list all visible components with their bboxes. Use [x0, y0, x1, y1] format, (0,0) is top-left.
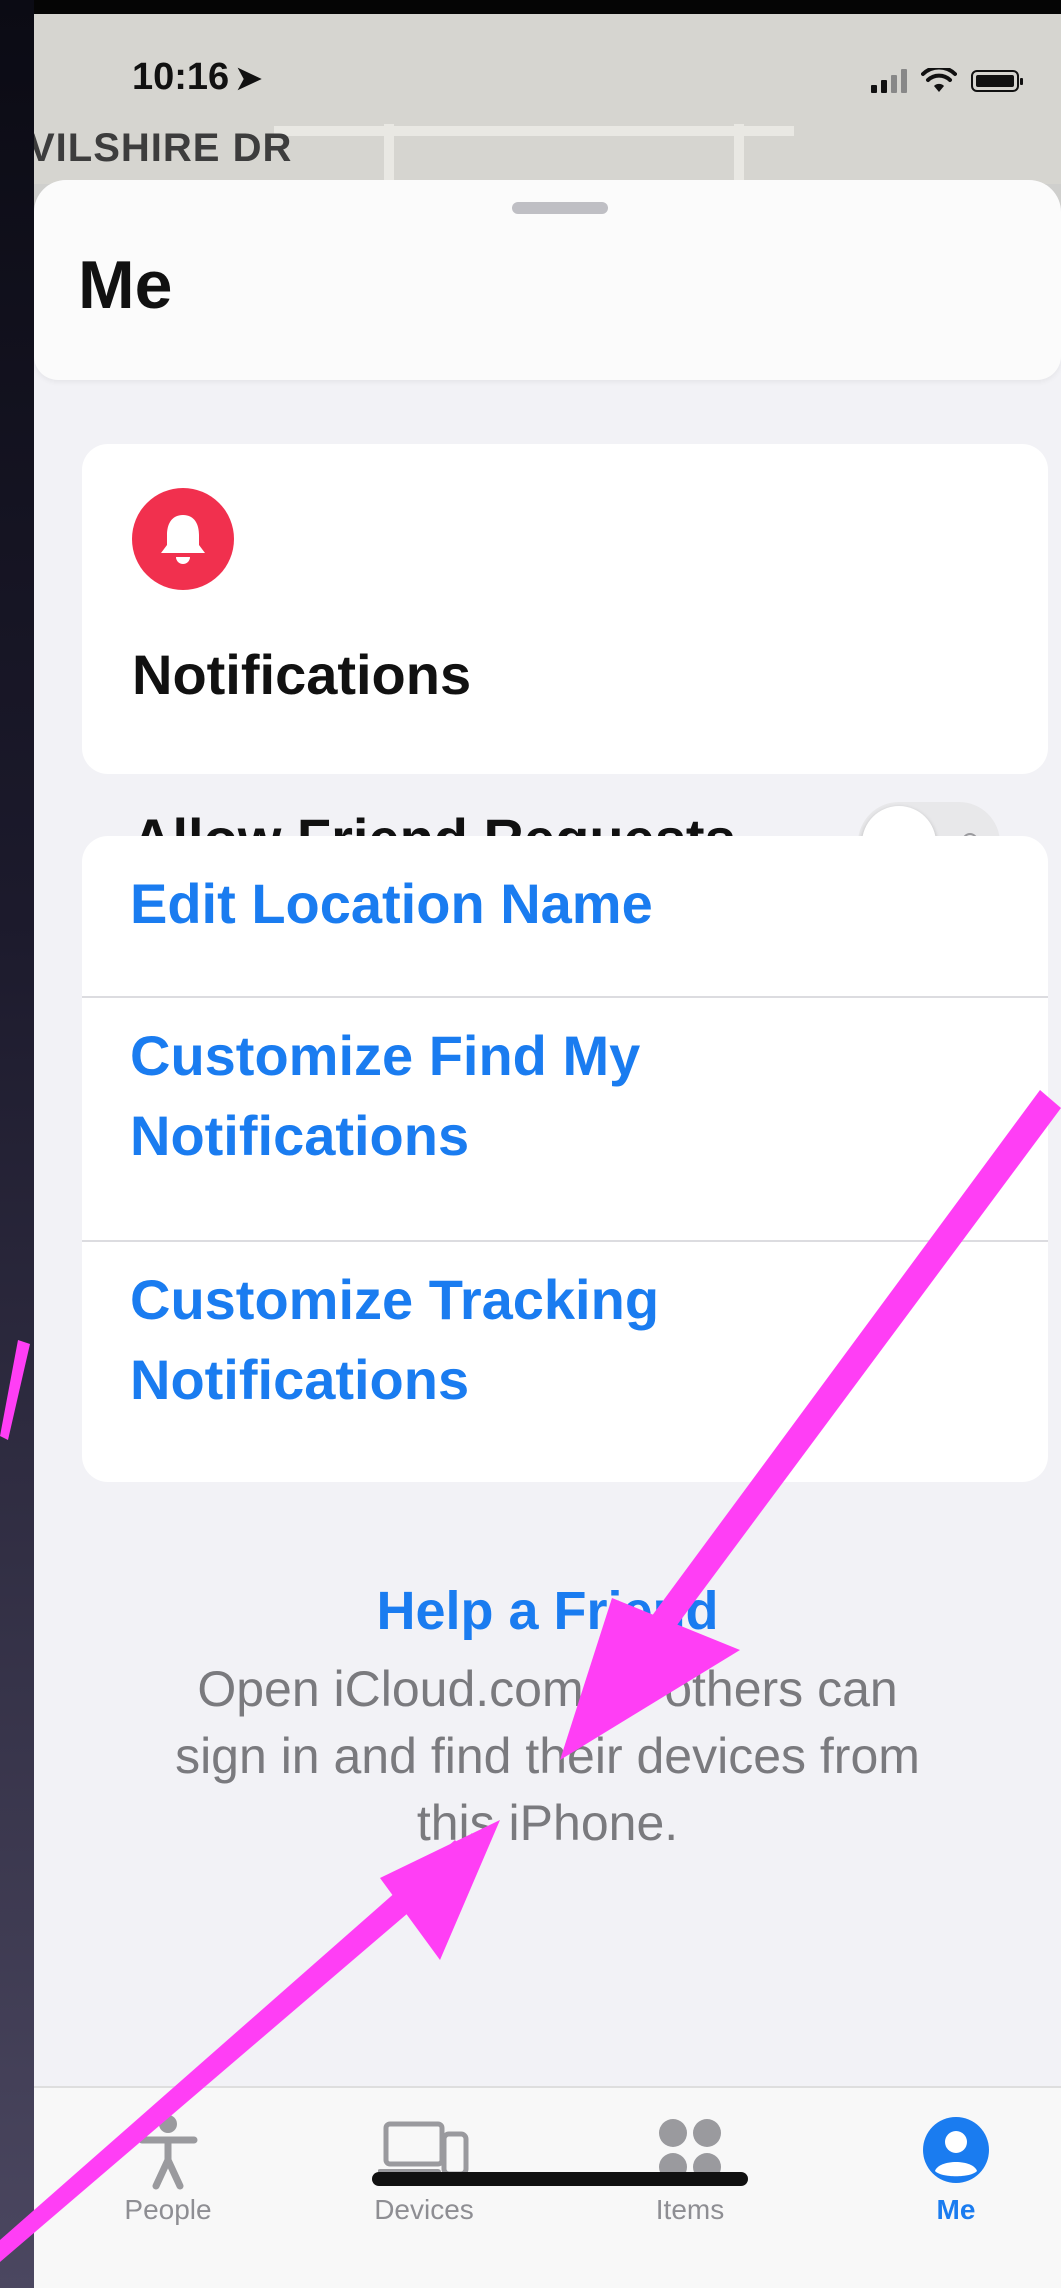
edit-location-name-link[interactable]: Edit Location Name — [82, 864, 1048, 944]
divider — [82, 996, 1048, 998]
tab-bar: People Devices Items Me — [34, 2086, 1061, 2288]
tab-items[interactable]: Items — [610, 2104, 770, 2226]
page-title: Me — [78, 247, 173, 323]
customize-find-my-line1: Customize Find My — [130, 1024, 641, 1087]
notifications-heading: Notifications — [132, 643, 472, 706]
tab-devices[interactable]: Devices — [344, 2104, 504, 2226]
edit-location-name-label: Edit Location Name — [130, 872, 653, 935]
wifi-icon — [921, 68, 957, 92]
tab-me[interactable]: Me — [876, 2104, 1036, 2226]
bell-icon — [132, 488, 234, 590]
help-a-friend-description: Open iCloud.com so others can sign in an… — [175, 1661, 920, 1851]
person-circle-icon — [876, 2104, 1036, 2196]
customize-find-my-line2: Notifications — [130, 1104, 470, 1167]
customize-find-my-notifications-link[interactable]: Customize Find My Notifications — [82, 1016, 1048, 1176]
tab-me-label: Me — [936, 2194, 976, 2225]
tab-people[interactable]: People — [88, 2104, 248, 2226]
customize-tracking-line2: Notifications — [130, 1348, 470, 1411]
notifications-card: Notifications Allow Friend Requests — [82, 444, 1048, 884]
top-edge — [0, 0, 1061, 14]
tab-items-label: Items — [655, 2194, 725, 2225]
phone-screen: VILSHIRE DR 10:16 ➤ Me Notifications Edi… — [34, 14, 1061, 2288]
sheet-header: Me — [34, 180, 1061, 380]
map-view[interactable]: VILSHIRE DR — [34, 14, 1061, 184]
help-a-friend-link[interactable]: Help a Friend — [34, 1580, 1061, 1642]
customize-tracking-line1: Customize Tracking — [130, 1268, 660, 1331]
tab-devices-label: Devices — [374, 2194, 474, 2225]
bottom-sheet: Me Notifications Allow Friend Requests E… — [34, 180, 1061, 2288]
time-text: 10:16 — [132, 56, 230, 98]
divider — [82, 1240, 1048, 1242]
map-street-label: VILSHIRE DR — [34, 126, 293, 170]
map-road — [734, 124, 744, 184]
sheet-grabber[interactable] — [512, 202, 608, 214]
status-time: 10:16 ➤ — [132, 56, 262, 99]
settings-links-card: Edit Location Name Customize Find My Not… — [82, 836, 1048, 1482]
tab-people-label: People — [124, 2194, 212, 2225]
home-indicator — [372, 2172, 748, 2186]
status-icons — [871, 68, 1023, 94]
cellular-signal-icon — [871, 69, 907, 93]
battery-icon — [971, 70, 1023, 92]
people-icon — [88, 2104, 248, 2196]
customize-tracking-notifications-link[interactable]: Customize Tracking Notifications — [82, 1260, 1048, 1420]
background-edge — [0, 0, 34, 2288]
location-arrow-icon: ➤ — [235, 60, 263, 96]
map-road — [274, 126, 794, 136]
